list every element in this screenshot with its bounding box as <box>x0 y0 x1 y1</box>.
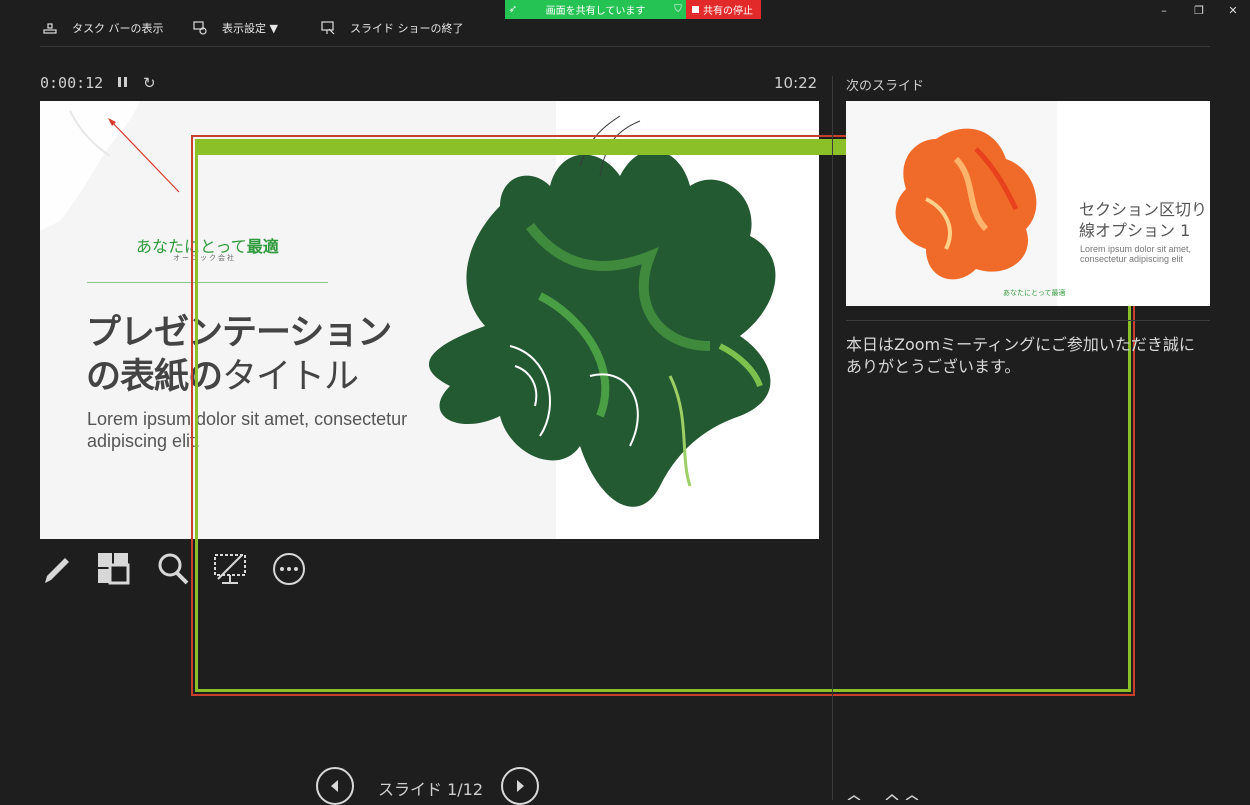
shield-icon: ⛉ <box>674 4 682 15</box>
slide-rule <box>87 282 328 283</box>
next-slide-title: セクション区切り線オプション 1 <box>1079 200 1208 240</box>
end-slideshow-label: スライド ショーの終了 <box>350 22 464 35</box>
elapsed-timer: 0:00:12 <box>40 74 104 92</box>
display-settings-button[interactable]: 表示設定 ▼ <box>192 18 278 38</box>
stop-icon <box>692 6 699 13</box>
minimize-button[interactable]: – <box>1157 4 1171 18</box>
close-button[interactable]: ✕ <box>1226 4 1240 18</box>
display-settings-label: 表示設定 ▼ <box>222 22 278 35</box>
pen-icon <box>45 558 69 583</box>
annotation-arrow <box>108 118 180 193</box>
grid-icon <box>98 553 130 585</box>
fern-illustration <box>428 116 776 507</box>
toolbar-divider <box>40 46 1210 47</box>
slide-brand-sub: オーニック会社 <box>173 254 236 262</box>
slide-title-bold: の表紙の <box>86 357 223 397</box>
show-taskbar-button[interactable]: タスク バーの表示 <box>42 18 164 38</box>
next-slide-thumbnail[interactable]: セクション区切り線オプション 1 Lorem ipsum dolor sit a… <box>846 101 1210 306</box>
monitor-off-icon <box>214 554 246 584</box>
slide-title-line1: プレゼンテーション <box>86 313 392 353</box>
black-screen-button[interactable] <box>212 551 248 587</box>
triangle-left-icon <box>331 780 338 792</box>
display-settings-icon <box>193 21 207 35</box>
end-slideshow-button[interactable]: スライド ショーの終了 <box>320 18 464 38</box>
screen-share-banner: ➶ 画面を共有しています ⛉ 共有の停止 <box>505 0 761 19</box>
pen-tool-button[interactable] <box>39 551 75 587</box>
restore-button[interactable]: ❐ <box>1192 4 1206 18</box>
next-slide-brand: あなたにとって最適 <box>1003 289 1066 297</box>
slide-title-line2: の表紙のタイトル <box>86 355 416 399</box>
sharing-status-label: 画面を共有しています <box>545 6 646 17</box>
speaker-notes[interactable]: 本日はZoomミーティングにご参加いただき誠にありがとうございます。 <box>846 334 1206 378</box>
pane-divider <box>832 76 833 800</box>
stop-share-label: 共有の停止 <box>703 6 753 17</box>
zoom-controls-partial[interactable] <box>846 792 926 800</box>
current-time: 10:22 <box>774 74 818 92</box>
share-arrow-icon: ➶ <box>508 4 518 15</box>
next-slide-button[interactable] <box>501 767 539 805</box>
next-slide-body: Lorem ipsum dolor sit amet, consectetur … <box>1080 244 1192 264</box>
restart-timer-button[interactable]: ↻ <box>143 74 156 92</box>
next-slide-label: 次のスライド <box>846 79 925 94</box>
end-slideshow-icon <box>321 21 335 35</box>
zoom-button[interactable] <box>155 551 191 587</box>
orange-flower-illustration <box>895 128 1037 280</box>
see-all-slides-button[interactable] <box>96 551 132 587</box>
show-taskbar-label: タスク バーの表示 <box>72 22 164 35</box>
triangle-right-icon <box>517 780 524 792</box>
stop-share-button[interactable]: 共有の停止 <box>686 0 761 19</box>
notes-divider <box>846 320 1210 321</box>
slide-counter: スライド 1/12 <box>378 780 484 799</box>
previous-slide-button[interactable] <box>316 767 354 805</box>
slide-title-light: タイトル <box>222 357 359 397</box>
slide-title: プレゼンテーション の表紙のタイトル <box>86 311 416 399</box>
sharing-status: ➶ 画面を共有しています ⛉ <box>505 0 686 19</box>
more-icon <box>273 553 305 585</box>
taskbar-icon <box>43 23 57 34</box>
slide-brand-bold: 最適 <box>246 237 279 256</box>
more-options-button[interactable] <box>271 551 307 587</box>
slide-subtitle: Lorem ipsum dolor sit amet, consectetur … <box>87 409 408 451</box>
pause-timer-button[interactable] <box>117 76 128 89</box>
magnifier-icon <box>158 553 189 585</box>
